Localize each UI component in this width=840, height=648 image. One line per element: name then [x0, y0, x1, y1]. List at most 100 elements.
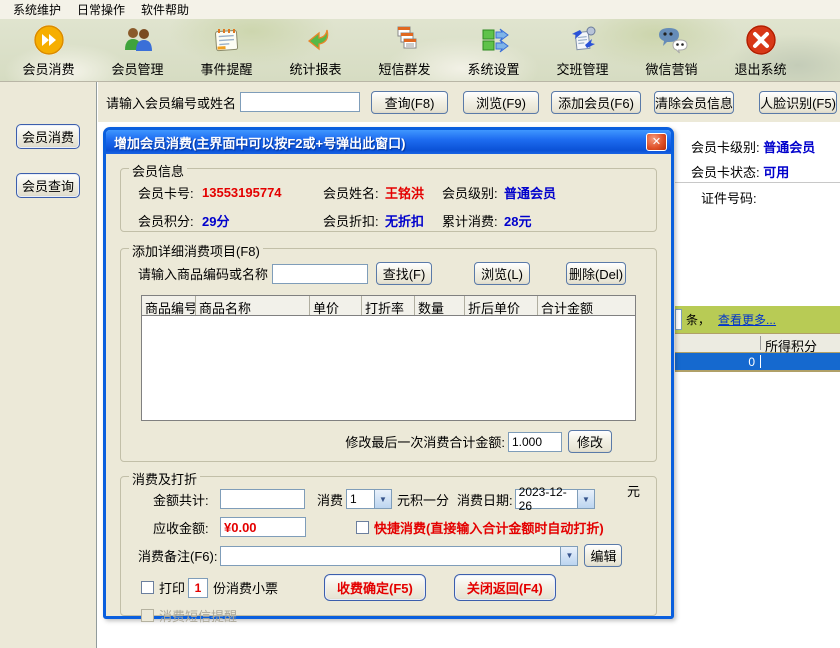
browse-items-button[interactable]: 浏览(L): [474, 262, 530, 285]
edit-remark-button[interactable]: 编辑: [584, 544, 622, 567]
consume-rate-value: 1: [350, 492, 357, 506]
card-no-value: 13553195774: [202, 185, 323, 200]
consume-date-value: 2023-12-26: [519, 485, 578, 513]
dialog-title: 增加会员消费(主界面中可以按F2或+号弹出此窗口): [114, 133, 646, 152]
close-icon[interactable]: ✕: [646, 133, 667, 151]
quick-consume-checkbox[interactable]: [356, 521, 369, 534]
print-label-before: 打印: [159, 578, 185, 597]
print-receipt-checkbox[interactable]: [141, 581, 154, 594]
toolbar-label: 会员管理: [111, 59, 163, 78]
consume-rate-select[interactable]: 1 ▼: [346, 489, 392, 509]
product-search-label: 请输入商品编码或名称: [138, 264, 268, 283]
view-more-link[interactable]: 查看更多...: [718, 311, 776, 328]
member-search-input[interactable]: [240, 92, 360, 112]
browse-button[interactable]: 浏览(F9): [463, 91, 539, 114]
clear-member-info-button[interactable]: 清除会员信息: [654, 91, 734, 114]
amount-total-label: 金额共计:: [153, 490, 220, 509]
product-search-input[interactable]: [272, 264, 368, 284]
toolbar-wechat-marketing[interactable]: 微信营销: [627, 23, 716, 78]
member-search-bar: 请输入会员编号或姓名 查询(F8) 浏览(F9) 添加会员(F6) 清除会员信息…: [98, 82, 840, 122]
column-divider: [760, 355, 761, 368]
col-discount-rate: 打折率: [362, 296, 415, 315]
receivable-label: 应收金额:: [153, 518, 220, 537]
members-icon: [121, 23, 155, 57]
toolbar-exit-system[interactable]: 退出系统: [716, 23, 805, 78]
query-button[interactable]: 查询(F8): [371, 91, 448, 114]
consume-label: 消费: [317, 490, 343, 509]
level-label: 会员级别:: [442, 183, 504, 202]
close-return-button[interactable]: 关闭返回(F4): [454, 574, 556, 601]
consume-date-select[interactable]: 2023-12-26 ▼: [515, 489, 595, 509]
toolbar-event-reminder[interactable]: 事件提醒: [182, 23, 271, 78]
toolbar-sms-broadcast[interactable]: 短信群发: [360, 23, 449, 78]
consume-items-table[interactable]: 商品编号 商品名称 单价 打折率 数量 折后单价 合计金额: [141, 295, 636, 421]
menu-software-help[interactable]: 软件帮助: [134, 0, 196, 19]
col-quantity: 数量: [415, 296, 465, 315]
records-suffix: 条，: [686, 311, 710, 328]
payment-groupbox: 消费及打折 元 金额共计: 消费 1 ▼ 元积一分 消费日期: 2023: [120, 476, 657, 616]
consume-items-legend: 添加详细消费项目(F8): [129, 241, 263, 260]
print-label-after: 份消费小票: [213, 578, 278, 597]
menu-daily-operations[interactable]: 日常操作: [70, 0, 132, 19]
dialog-body: 会员信息 会员卡号: 13553195774 会员姓名: 王铭洪 会员级别: 普…: [106, 154, 671, 616]
dialog-title-bar[interactable]: 增加会员消费(主界面中可以按F2或+号弹出此窗口) ✕: [106, 130, 671, 154]
card-status-label: 会员卡状态:: [691, 165, 760, 180]
chevron-down-icon[interactable]: ▼: [577, 490, 593, 508]
points-value: 29分: [202, 211, 323, 230]
delete-item-button[interactable]: 删除(Del): [566, 262, 626, 285]
remark-select[interactable]: ▼: [220, 546, 578, 566]
col-product-code: 商品编号: [142, 296, 196, 315]
receivable-input[interactable]: ¥0.00: [220, 517, 306, 537]
rate-text: 元积一分: [397, 490, 449, 509]
toolbar-member-consume[interactable]: 会员消费: [4, 23, 93, 78]
toolbar-label: 系统设置: [467, 59, 519, 78]
amount-total-input[interactable]: [220, 489, 305, 509]
sidebar-member-query-button[interactable]: 会员查询: [16, 173, 80, 198]
toolbar-statistics-report[interactable]: 统计报表: [271, 23, 360, 78]
add-consume-dialog: 增加会员消费(主界面中可以按F2或+号弹出此窗口) ✕ 会员信息 会员卡号: 1…: [103, 127, 674, 619]
divider-line: [675, 182, 840, 183]
wechat-icon: [655, 23, 689, 57]
chevron-down-icon[interactable]: ▼: [560, 547, 577, 565]
shift-doc-icon: [566, 23, 600, 57]
modify-button[interactable]: 修改: [568, 430, 612, 453]
points-table-selected-row[interactable]: 0: [675, 353, 840, 372]
modify-amount-input[interactable]: 1.000: [508, 432, 562, 452]
menu-system-maintenance[interactable]: 系统维护: [6, 0, 68, 19]
menu-bar: 系统维护 日常操作 软件帮助: [0, 0, 840, 19]
card-status-value: 可用: [763, 165, 789, 180]
member-info-legend: 会员信息: [129, 161, 187, 180]
toolbar-member-manage[interactable]: 会员管理: [93, 23, 182, 78]
main-toolbar: 会员消费 会员管理 事件提醒 统计报表 短信群发 系统设置 交班管理: [0, 19, 840, 82]
toolbar-label: 事件提醒: [200, 59, 252, 78]
id-number-label: 证件号码:: [701, 191, 757, 206]
sidebar-member-consume-button[interactable]: 会员消费: [16, 124, 80, 149]
card-status-row: 会员卡状态: 可用: [691, 162, 789, 181]
name-value: 王铭洪: [385, 183, 442, 202]
main-panel: 请输入会员编号或姓名 查询(F8) 浏览(F9) 添加会员(F6) 清除会员信息…: [97, 82, 840, 648]
hidden-input-sliver: [675, 309, 682, 330]
confirm-charge-button[interactable]: 收费确定(F5): [324, 574, 426, 601]
settings-cubes-icon: [477, 23, 511, 57]
member-info-groupbox: 会员信息 会员卡号: 13553195774 会员姓名: 王铭洪 会员级别: 普…: [120, 168, 657, 232]
find-button[interactable]: 查找(F): [376, 262, 432, 285]
toolbar-shift-manage[interactable]: 交班管理: [538, 23, 627, 78]
quick-consume-label: 快捷消费(直接输入合计金额时自动打折): [374, 518, 604, 537]
toolbar-label: 退出系统: [734, 59, 786, 78]
id-number-row: 证件号码:: [701, 188, 757, 207]
toolbar-system-settings[interactable]: 系统设置: [449, 23, 538, 78]
name-label: 会员姓名:: [323, 183, 385, 202]
consume-items-groupbox: 添加详细消费项目(F8) 请输入商品编码或名称 查找(F) 浏览(L) 删除(D…: [120, 248, 657, 462]
chevron-down-icon[interactable]: ▼: [374, 490, 391, 508]
col-discounted-price: 折后单价: [465, 296, 538, 315]
search-label: 请输入会员编号或姓名: [106, 93, 236, 112]
sms-reminder-checkbox: [141, 609, 154, 622]
add-member-button[interactable]: 添加会员(F6): [551, 91, 641, 114]
card-level-value: 普通会员: [763, 140, 815, 155]
total-consume-value: 28元: [504, 211, 531, 230]
face-recognition-button[interactable]: 人脸识别(F5): [759, 91, 837, 114]
toolbar-label: 短信群发: [378, 59, 430, 78]
discount-value: 无折扣: [385, 211, 442, 230]
card-level-label: 会员卡级别:: [691, 140, 760, 155]
print-count-input[interactable]: 1: [188, 578, 208, 598]
